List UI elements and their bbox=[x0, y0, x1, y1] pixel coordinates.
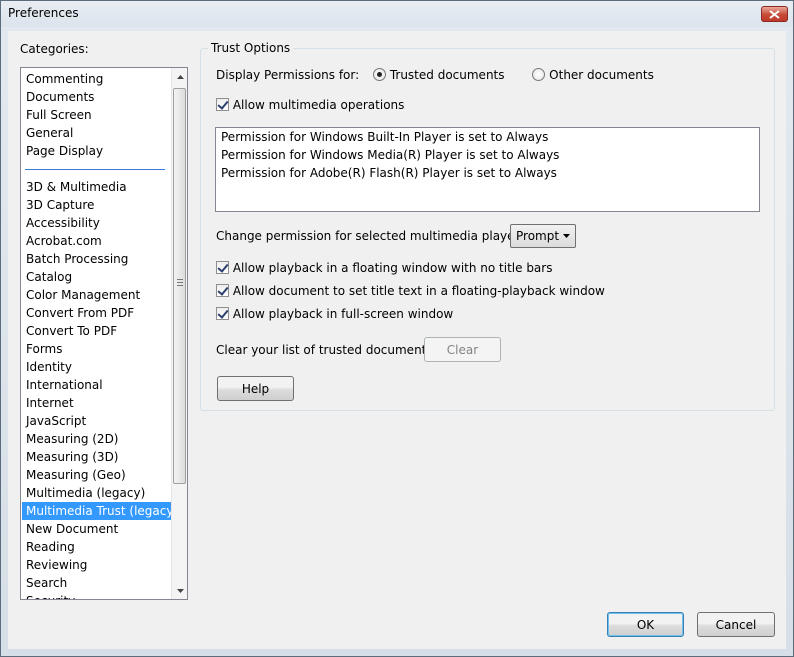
category-item[interactable]: Measuring (Geo) bbox=[22, 466, 171, 484]
scroll-up-button[interactable] bbox=[172, 68, 187, 85]
cancel-button[interactable]: Cancel bbox=[697, 612, 775, 637]
categories-scrollbar[interactable] bbox=[171, 68, 187, 599]
scroll-down-arrow-icon bbox=[176, 588, 184, 593]
category-item[interactable]: Color Management bbox=[22, 286, 171, 304]
option-full-screen-row[interactable]: Allow playback in full-screen window bbox=[216, 307, 453, 321]
radio-other-documents[interactable]: Other documents bbox=[532, 68, 654, 82]
category-item[interactable]: Commenting bbox=[22, 70, 171, 88]
display-permissions-row: Display Permissions for: Trusted documen… bbox=[216, 68, 654, 82]
full-screen-label: Allow playback in full-screen window bbox=[232, 307, 454, 321]
close-button[interactable] bbox=[761, 6, 788, 22]
category-item[interactable]: Reviewing bbox=[22, 556, 171, 574]
scroll-up-arrow-icon bbox=[176, 74, 184, 79]
categories-list[interactable]: Commenting Documents Full Screen General Pag… bbox=[20, 67, 188, 600]
category-item[interactable]: Measuring (3D) bbox=[22, 448, 171, 466]
permission-item[interactable]: Permission for Windows Media(R) Player i… bbox=[216, 146, 759, 164]
category-separator bbox=[21, 160, 171, 178]
categories-label: Categories: bbox=[20, 42, 89, 56]
category-item[interactable]: New Document bbox=[22, 520, 171, 538]
radio-trusted-documents[interactable]: Trusted documents bbox=[373, 68, 505, 82]
display-permissions-label: Display Permissions for: bbox=[216, 68, 360, 82]
category-item[interactable]: Convert From PDF bbox=[22, 304, 171, 322]
cancel-button-label: Cancel bbox=[715, 617, 757, 632]
permission-select[interactable]: Prompt bbox=[510, 224, 576, 248]
category-item[interactable]: International bbox=[22, 376, 171, 394]
category-item[interactable]: Forms bbox=[22, 340, 171, 358]
permission-item[interactable]: Permission for Adobe(R) Flash(R) Player … bbox=[216, 164, 759, 182]
radio-other-label: Other documents bbox=[549, 68, 654, 82]
category-item[interactable]: Multimedia Trust (legacy) bbox=[22, 502, 178, 520]
change-permission-label: Change permission for selected multimedi… bbox=[216, 229, 540, 243]
category-item[interactable]: Measuring (2D) bbox=[22, 430, 171, 448]
full-screen-checkbox[interactable] bbox=[216, 307, 229, 320]
scroll-grip-icon bbox=[177, 279, 183, 286]
title-bar[interactable]: Preferences bbox=[1, 1, 793, 27]
floating-window-checkbox[interactable] bbox=[216, 261, 229, 274]
option-floating-window-row[interactable]: Allow playback in a floating window with… bbox=[216, 261, 552, 275]
ok-button-label: OK bbox=[636, 617, 655, 632]
category-item[interactable]: General bbox=[22, 124, 171, 142]
clear-button-label: Clear bbox=[446, 342, 479, 357]
dropdown-button[interactable] bbox=[559, 228, 573, 244]
option-title-text-row[interactable]: Allow document to set title text in a fl… bbox=[216, 284, 605, 298]
category-item[interactable]: Catalog bbox=[22, 268, 171, 286]
trust-options-title: Trust Options bbox=[208, 41, 294, 55]
category-item[interactable]: Page Display bbox=[22, 142, 171, 160]
clear-trusted-label: Clear your list of trusted documents: bbox=[216, 343, 437, 357]
category-item[interactable]: Documents bbox=[22, 88, 171, 106]
category-item[interactable]: Convert To PDF bbox=[22, 322, 171, 340]
permission-item[interactable]: Permission for Windows Built-In Player i… bbox=[216, 128, 759, 146]
category-item[interactable]: Multimedia (legacy) bbox=[22, 484, 171, 502]
chevron-down-icon bbox=[562, 234, 570, 238]
category-item[interactable]: 3D Capture bbox=[22, 196, 171, 214]
help-button[interactable]: Help bbox=[217, 376, 294, 401]
category-item[interactable]: Batch Processing bbox=[22, 250, 171, 268]
title-text-checkbox[interactable] bbox=[216, 284, 229, 297]
allow-multimedia-checkbox[interactable] bbox=[216, 98, 229, 111]
floating-window-label: Allow playback in a floating window with… bbox=[232, 261, 553, 275]
allow-multimedia-row[interactable]: Allow multimedia operations bbox=[216, 98, 404, 112]
ok-button[interactable]: OK bbox=[607, 612, 684, 637]
category-item[interactable]: Search bbox=[22, 574, 171, 592]
close-icon bbox=[769, 9, 780, 19]
preferences-dialog: Preferences Categories: Commenting Docume… bbox=[0, 0, 794, 657]
scroll-thumb[interactable] bbox=[173, 88, 186, 484]
radio-other-button[interactable] bbox=[532, 68, 546, 81]
category-item[interactable]: Internet bbox=[22, 394, 171, 412]
title-text-label: Allow document to set title text in a fl… bbox=[232, 284, 605, 298]
radio-trusted-label: Trusted documents bbox=[389, 68, 505, 82]
category-item[interactable]: 3D & Multimedia bbox=[22, 178, 171, 196]
allow-multimedia-label: Allow multimedia operations bbox=[232, 98, 405, 112]
radio-trusted-button[interactable] bbox=[373, 68, 386, 81]
category-item[interactable]: JavaScript bbox=[22, 412, 171, 430]
permissions-list[interactable]: Permission for Windows Built-In Player i… bbox=[215, 127, 760, 212]
category-item[interactable]: Accessibility bbox=[22, 214, 171, 232]
permission-select-value: Prompt bbox=[516, 229, 560, 243]
dialog-client-area: Categories: Commenting Documents Full Scre… bbox=[8, 31, 786, 649]
scroll-down-button[interactable] bbox=[172, 582, 187, 599]
category-item[interactable]: Full Screen bbox=[22, 106, 171, 124]
category-item[interactable]: Security bbox=[22, 592, 171, 599]
category-item[interactable]: Acrobat.com bbox=[22, 232, 171, 250]
categories-items: Commenting Documents Full Screen General Pag… bbox=[21, 70, 178, 599]
window-title: Preferences bbox=[8, 6, 79, 20]
category-item[interactable]: Identity bbox=[22, 358, 171, 376]
clear-button[interactable]: Clear bbox=[424, 337, 501, 362]
help-button-label: Help bbox=[241, 381, 270, 396]
category-item[interactable]: Reading bbox=[22, 538, 171, 556]
